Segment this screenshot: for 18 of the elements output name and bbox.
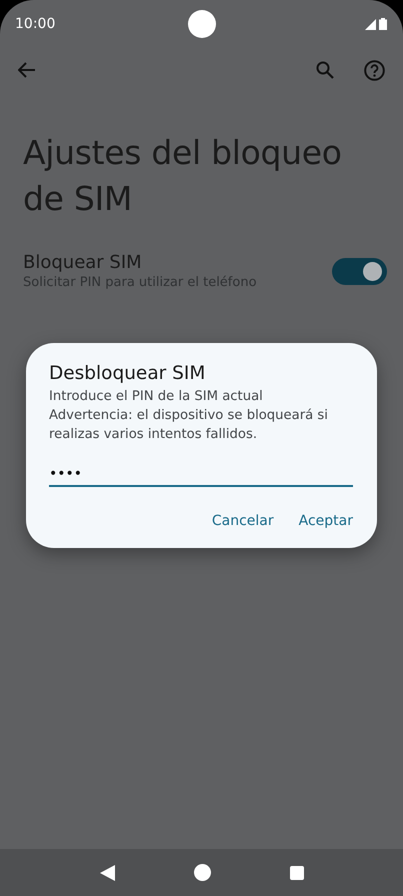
setting-title: Bloquear SIM — [23, 252, 143, 273]
cancel-button[interactable]: Cancelar — [212, 513, 274, 529]
pin-field[interactable]: •••• — [49, 460, 353, 487]
camera-cutout — [188, 10, 216, 38]
toggle-switch[interactable] — [332, 258, 387, 284]
recents-nav-icon[interactable] — [290, 866, 304, 880]
home-nav-icon[interactable] — [194, 864, 210, 881]
page-title: Ajustes del bloqueo de SIM — [23, 132, 343, 220]
help-icon[interactable] — [364, 60, 385, 80]
back-nav-icon[interactable] — [100, 864, 114, 880]
battery-icon — [379, 18, 387, 30]
accept-button[interactable]: Aceptar — [298, 513, 353, 529]
dialog-message: Introduce el PIN de la SIM actual Advertencia: el dispositivo se bloqueará si realizas varios intentos fallidos. — [49, 388, 329, 444]
status-time: 10:00 — [15, 16, 56, 32]
signal-icon — [365, 18, 376, 30]
dialog-title: Desbloquear SIM — [49, 363, 206, 384]
back-icon[interactable] — [18, 62, 36, 78]
search-icon[interactable] — [316, 61, 334, 79]
